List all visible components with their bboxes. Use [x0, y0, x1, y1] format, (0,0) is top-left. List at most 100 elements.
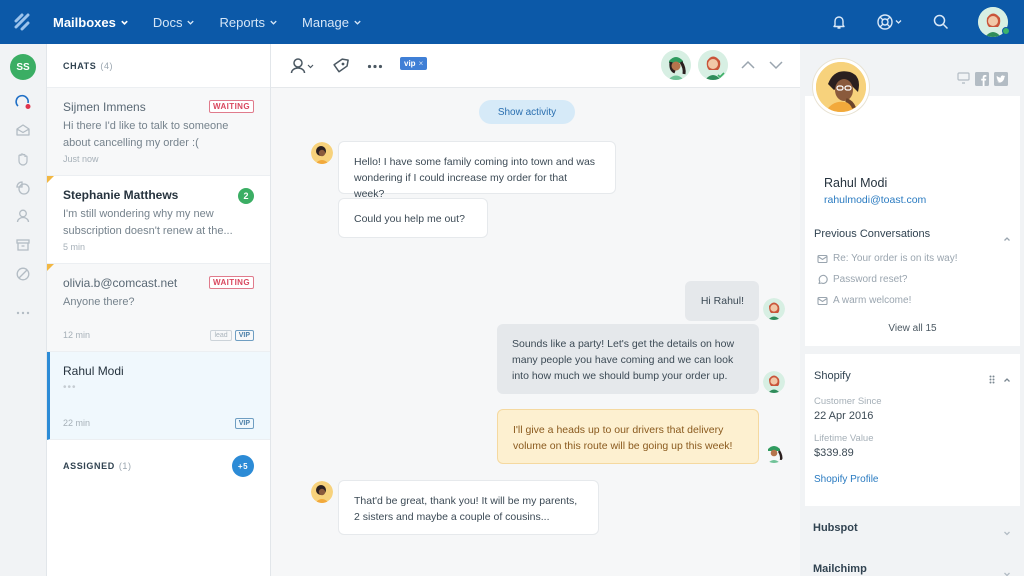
- drag-handle-icon[interactable]: [989, 371, 995, 389]
- chat-list-item-selected[interactable]: Rahul Modi ••• 22 min VIP: [47, 352, 270, 440]
- nav-reports[interactable]: Reports: [219, 15, 278, 30]
- website-icon[interactable]: [957, 72, 970, 84]
- previous-conversations-title: Previous Conversations: [814, 228, 931, 240]
- agent-avatar: [763, 298, 785, 320]
- chat-list-item[interactable]: olivia.b@comcast.net Anyone there? 12 mi…: [47, 264, 270, 352]
- agent-avatar[interactable]: [698, 50, 728, 80]
- show-activity-button[interactable]: Show activity: [479, 100, 575, 124]
- more-actions-icon[interactable]: [367, 64, 383, 69]
- assign-user-icon[interactable]: [290, 57, 316, 75]
- assigned-label: ASSIGNED: [63, 461, 115, 471]
- chat-bubble-icon[interactable]: [15, 94, 31, 110]
- previous-conversation-label: Re: Your order is on its way!: [833, 253, 958, 264]
- chat-time: 12 min: [63, 330, 91, 340]
- archive-icon[interactable]: [15, 237, 31, 253]
- tag-vip: VIP: [234, 330, 254, 341]
- chats-header-label: CHATS: [63, 60, 97, 71]
- collaborator-avatar: [763, 441, 785, 463]
- view-all-conversations-link[interactable]: View all 15: [805, 323, 1020, 334]
- assigned-section-header[interactable]: ASSIGNED (1) +5: [47, 440, 270, 492]
- previous-conversation-item[interactable]: A warm welcome!: [817, 295, 911, 306]
- chevron-down-icon: [354, 20, 361, 25]
- chats-section-header: CHATS (4): [47, 44, 270, 88]
- conversation-panel: vip × Show activity Hello! I have some f…: [271, 44, 800, 576]
- expand-chevron-down-icon[interactable]: [1003, 565, 1011, 576]
- collaborator-avatar[interactable]: [661, 50, 691, 80]
- nav-reports-label: Reports: [219, 14, 266, 30]
- customer-since-label: Customer Since: [814, 396, 882, 407]
- helpscout-logo-icon[interactable]: [0, 0, 44, 44]
- customer-since-value: 22 Apr 2016: [814, 410, 874, 422]
- previous-conversation-icon[interactable]: [740, 59, 756, 71]
- twitter-icon[interactable]: [994, 72, 1008, 86]
- facebook-icon[interactable]: [975, 72, 989, 86]
- customer-sidebar: Rahul Modi rahulmodi@toast.com Windyvill…: [801, 44, 1024, 576]
- nav-manage[interactable]: Manage: [302, 15, 362, 30]
- chevron-down-icon: [187, 20, 195, 25]
- shopify-title: Shopify: [814, 370, 851, 382]
- agent-avatar: [763, 371, 785, 393]
- priority-corner-flag: [47, 176, 54, 183]
- typing-indicator: •••: [63, 382, 77, 393]
- assigned-count: (1): [118, 461, 132, 471]
- collapse-chevron-up-icon[interactable]: [1003, 371, 1011, 389]
- vip-tag-label: vip: [404, 59, 416, 68]
- customer-email-link[interactable]: rahulmodi@toast.com: [824, 194, 926, 206]
- help-lifebuoy-icon[interactable]: [876, 13, 904, 31]
- hand-icon[interactable]: [15, 151, 31, 167]
- top-navigation: Mailboxes Docs Reports Manage: [0, 0, 1024, 44]
- shopify-profile-link[interactable]: Shopify Profile: [814, 474, 878, 485]
- blocked-icon[interactable]: [15, 266, 31, 282]
- waiting-badge: WAITING: [208, 100, 254, 113]
- chat-preview: I'm still wondering why my new subscript…: [63, 208, 233, 237]
- nav-docs[interactable]: Docs: [153, 15, 196, 30]
- inbox-icon[interactable]: [15, 122, 31, 138]
- agent-message: Sounds like a party! Let's get the detai…: [497, 324, 759, 394]
- more-assigned-badge[interactable]: +5: [232, 455, 254, 477]
- tag-icon[interactable]: [332, 57, 350, 75]
- chat-contact-name: Stephanie Matthews: [63, 188, 179, 202]
- customer-message: Hello! I have some family coming into to…: [338, 141, 616, 200]
- customer-avatar: [311, 142, 333, 164]
- envelope-icon: [817, 254, 828, 263]
- current-user-avatar[interactable]: SS: [10, 54, 36, 80]
- lifetime-value: $339.89: [814, 447, 854, 459]
- vip-tag-chip[interactable]: vip ×: [400, 57, 428, 70]
- bell-icon[interactable]: [830, 13, 848, 31]
- chat-time: 22 min: [63, 418, 91, 428]
- customer-message: Could you help me out?: [338, 198, 488, 238]
- chat-contact-name: Rahul Modi: [63, 364, 124, 378]
- nav-mailboxes-label: Mailboxes: [53, 14, 116, 30]
- previous-conversation-item[interactable]: Password reset?: [817, 274, 907, 285]
- next-conversation-icon[interactable]: [768, 59, 784, 71]
- reports-icon[interactable]: [15, 180, 31, 196]
- tag-vip: VIP: [234, 418, 254, 429]
- more-icon[interactable]: [15, 305, 31, 321]
- chat-list-panel: CHATS (4) Sijmen Immens Hi there I'd lik…: [47, 44, 271, 576]
- chat-list-item[interactable]: Sijmen Immens Hi there I'd like to talk …: [47, 88, 270, 176]
- nav-manage-label: Manage: [302, 14, 349, 30]
- previous-conversation-label: A warm welcome!: [833, 295, 912, 306]
- chat-preview: Hi there I'd like to talk to someone abo…: [63, 120, 229, 149]
- waiting-badge: WAITING: [208, 276, 254, 289]
- search-icon[interactable]: [932, 13, 950, 31]
- nav-mailboxes[interactable]: Mailboxes: [53, 15, 129, 30]
- previous-conversations-card: Previous Conversations Re: Your order is…: [805, 215, 1020, 346]
- collapse-chevron-up-icon[interactable]: [1003, 230, 1011, 248]
- user-icon[interactable]: [15, 208, 31, 224]
- hubspot-section-header[interactable]: Hubspot: [813, 522, 858, 534]
- priority-corner-flag: [47, 264, 54, 271]
- previous-conversation-label: Password reset?: [833, 274, 908, 285]
- chat-icon: [818, 274, 828, 285]
- internal-note-message: I'll give a heads up to our drivers that…: [497, 409, 759, 464]
- chevron-down-icon: [121, 20, 128, 25]
- mailchimp-section-header[interactable]: Mailchimp: [813, 563, 867, 575]
- chat-time: 5 min: [63, 242, 86, 252]
- previous-conversation-item[interactable]: Re: Your order is on its way!: [817, 253, 958, 264]
- expand-chevron-down-icon[interactable]: [1003, 524, 1011, 542]
- remove-tag-icon[interactable]: ×: [419, 59, 424, 68]
- chats-count: (4): [100, 60, 114, 71]
- chat-list-item[interactable]: Stephanie Matthews I'm still wondering w…: [47, 176, 270, 264]
- left-icon-rail: SS: [0, 44, 47, 576]
- customer-avatar: [311, 481, 333, 503]
